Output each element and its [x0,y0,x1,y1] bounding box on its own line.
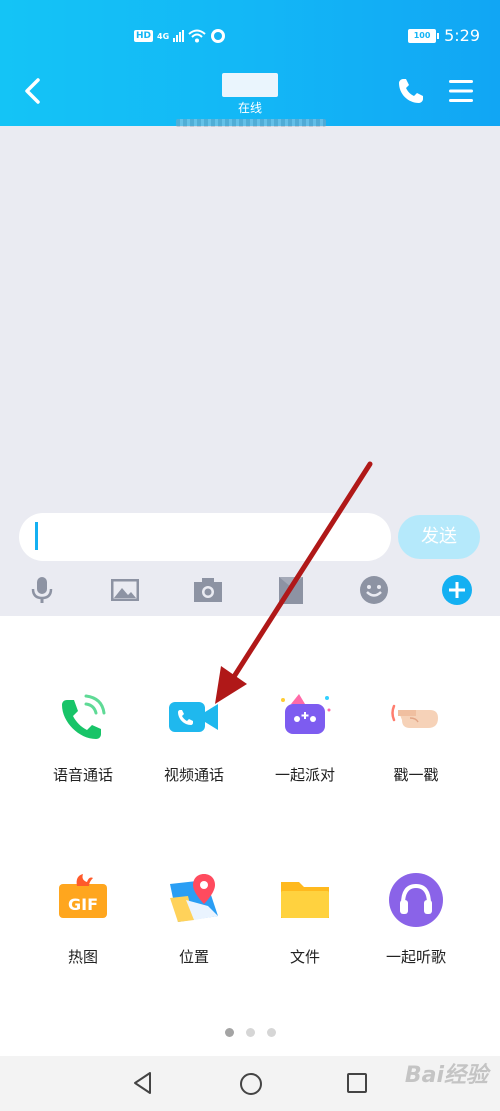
status-right: 100 5:29 [408,26,480,45]
microphone-icon[interactable] [26,574,58,606]
file-label: 文件 [289,948,320,966]
poke-label: 戳一戳 [393,766,439,784]
menu-icon[interactable] [446,77,476,105]
chat-header: HD 4G 100 5:29 在线 [0,0,500,126]
voice-call-icon [62,694,106,739]
location-label: 位置 [178,948,209,966]
battery-icon: 100 [408,28,440,43]
page-dot-2[interactable] [245,1028,255,1037]
plus-icon[interactable] [441,574,473,606]
phone-icon[interactable] [396,76,426,106]
image-icon[interactable] [109,574,141,606]
location-icon [170,874,218,922]
emoji-icon[interactable] [358,574,390,606]
listen-together-button[interactable]: 一起听歌 [366,870,466,967]
folder-icon [281,882,329,918]
listen-together-label: 一起听歌 [385,948,446,966]
camera-icon[interactable] [192,574,224,606]
contact-name-redacted [222,73,278,97]
hd-badge: HD [134,30,154,42]
headphones-icon [389,873,443,927]
more-actions-panel: 语音通话 视频通话 一起派对 戳一戳 GIF 热图 位置 文件 一起听歌 [0,616,500,1056]
watermark: Bai经验 [404,1063,488,1088]
poke-icon [391,704,438,728]
video-call-label: 视频通话 [163,766,224,784]
message-input[interactable] [19,513,391,561]
hot-gif-label: 热图 [67,948,98,966]
nav-home-icon[interactable] [238,1071,264,1097]
hot-gif-button[interactable]: GIF 热图 [33,870,133,967]
text-caret [35,522,38,550]
voice-call-button[interactable]: 语音通话 [33,688,133,785]
nav-recent-apps-icon[interactable] [346,1072,368,1094]
online-status: 在线 [237,101,262,115]
party-button[interactable]: 一起派对 [255,688,355,785]
clock: 5:29 [444,26,480,45]
app-notification-icon [211,29,226,43]
location-button[interactable]: 位置 [144,870,244,967]
svg-text:GIF: GIF [68,895,98,914]
network-type: 4G [157,31,170,41]
page-indicator [0,1028,500,1037]
video-call-icon [169,702,218,732]
system-tip [176,119,326,127]
gif-icon: GIF [59,874,107,918]
party-icon [281,694,331,734]
file-button[interactable]: 文件 [255,870,355,967]
status-left: HD 4G [134,28,226,44]
party-label: 一起派对 [274,766,335,784]
send-button[interactable]: 发送 [398,515,480,559]
wifi-icon [188,29,206,43]
back-icon[interactable] [18,74,48,108]
signal-icon [173,30,185,42]
page-dot-1[interactable] [224,1028,234,1037]
voice-call-label: 语音通话 [52,766,113,784]
status-bar: HD 4G 100 5:29 [0,0,500,70]
nav-back-icon[interactable] [130,1070,156,1096]
page-dot-3[interactable] [266,1028,276,1037]
red-packet-icon[interactable] [275,574,307,606]
poke-button[interactable]: 戳一戳 [366,688,466,785]
video-call-button[interactable]: 视频通话 [144,688,244,785]
